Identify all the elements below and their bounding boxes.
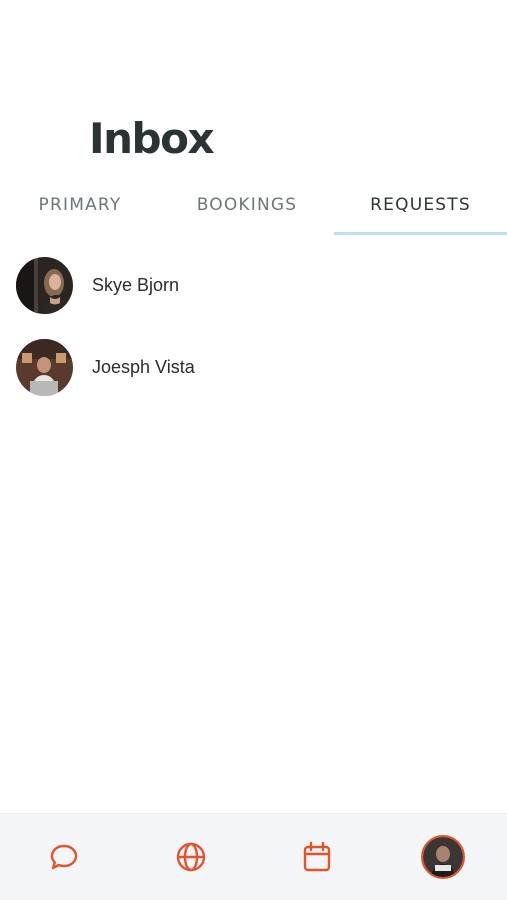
contact-name: Skye Bjorn [92, 274, 180, 295]
contact-name: Joesph Vista [92, 356, 195, 377]
tab-bookings[interactable]: BOOKINGS [167, 176, 327, 234]
avatar [16, 338, 73, 396]
page-title: Inbox [89, 114, 215, 163]
conversation-list: Skye Bjorn Joesph Vista [0, 244, 507, 408]
calendar-icon[interactable] [292, 832, 342, 882]
bottom-navigation [0, 813, 507, 900]
profile-avatar[interactable] [418, 832, 468, 882]
avatar [16, 256, 73, 314]
globe-icon[interactable] [166, 832, 216, 882]
tab-requests[interactable]: REQUESTS [334, 176, 507, 234]
inbox-tabs: PRIMARY BOOKINGS REQUESTS [0, 176, 507, 236]
list-item[interactable]: Skye Bjorn [0, 244, 507, 326]
tab-primary[interactable]: PRIMARY [0, 176, 160, 234]
list-item[interactable]: Joesph Vista [0, 326, 507, 408]
active-tab-indicator [334, 232, 507, 235]
chat-bubble-icon[interactable] [39, 832, 89, 882]
